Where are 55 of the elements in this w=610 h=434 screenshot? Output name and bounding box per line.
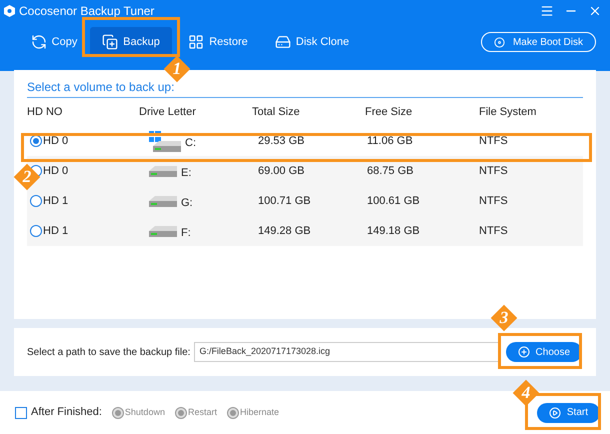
after-finished-label: After Finished: <box>31 405 102 420</box>
toolbar-tab[interactable]: Copy <box>22 27 86 57</box>
panel-title: Select a volume to back up: <box>27 78 583 98</box>
table-cell-text: HD 1 <box>43 194 68 209</box>
table-cell-text: HD 1 <box>43 224 68 239</box>
disc-icon <box>494 36 505 48</box>
table-cell-text: 29.53 GB <box>257 134 306 149</box>
app-logo-icon <box>4 5 15 17</box>
table-cell-text: 68.75 GB <box>366 164 414 179</box>
option-label: Hibernate <box>240 406 279 419</box>
make-boot-disk-button[interactable]: Make Boot Disk <box>480 32 596 52</box>
column-header: Total Size <box>252 104 301 120</box>
table-cell-text: 149.18 GB <box>366 224 421 239</box>
path-label: Select a path to save the backup file: <box>27 346 190 360</box>
column-header: Free Size <box>365 104 414 120</box>
plus-icon <box>518 346 530 358</box>
table-cell-text: NTFS <box>479 134 509 149</box>
toolbar-tab[interactable]: Disk Clone <box>264 27 360 57</box>
radio-button[interactable] <box>30 195 42 207</box>
toolbar-tab[interactable]: Backup <box>90 27 172 57</box>
grid-icon <box>188 34 204 50</box>
table-cell-text: NTFS <box>479 164 509 179</box>
table-cell-text: HD 0 <box>43 134 68 149</box>
table-cell-text: 100.71 GB <box>257 194 312 209</box>
table-cell-text: E: <box>181 166 192 181</box>
choose-button[interactable]: Choose <box>506 342 582 362</box>
column-header: HD NO <box>27 104 64 120</box>
table-cell-text: 149.28 GB <box>257 224 312 239</box>
table-cell-text: NTFS <box>479 224 509 239</box>
table-cell-text: NTFS <box>479 194 509 209</box>
table-cell-text: F: <box>181 226 191 241</box>
toolbar-tab[interactable]: Restore <box>176 27 260 57</box>
window-title: Cocosenor Backup Tuner <box>19 3 154 20</box>
checkbox[interactable] <box>15 406 27 418</box>
backup-icon <box>102 34 118 50</box>
table-cell-text: C: <box>185 136 196 151</box>
table-cell-text: 11.06 GB <box>366 134 414 149</box>
column-header: File System <box>479 104 538 120</box>
close-icon[interactable] <box>588 4 602 18</box>
path-field[interactable]: G:/FileBack_2020717173028.icg <box>194 342 500 362</box>
table-cell-text: 100.61 GB <box>366 194 421 209</box>
volume-row[interactable]: HD 1 F: 149.28 GB 149.18 GB NTFS <box>27 216 583 246</box>
start-button[interactable]: Start <box>536 402 600 422</box>
table-cell-text: G: <box>181 196 193 211</box>
column-header: Drive Letter <box>139 104 197 120</box>
table-cell-text: HD 0 <box>43 164 68 179</box>
menu-icon[interactable] <box>540 4 554 18</box>
play-icon <box>548 406 561 418</box>
volume-row[interactable]: HD 1 G: 100.71 GB 100.61 GB NTFS <box>27 186 583 216</box>
radio-button[interactable] <box>30 135 42 147</box>
radio-button[interactable] <box>30 225 42 237</box>
table-cell-text: 69.00 GB <box>257 164 306 179</box>
refresh-icon <box>30 34 47 50</box>
option-label: Shutdown <box>124 406 165 419</box>
option-label: Restart <box>188 406 217 419</box>
